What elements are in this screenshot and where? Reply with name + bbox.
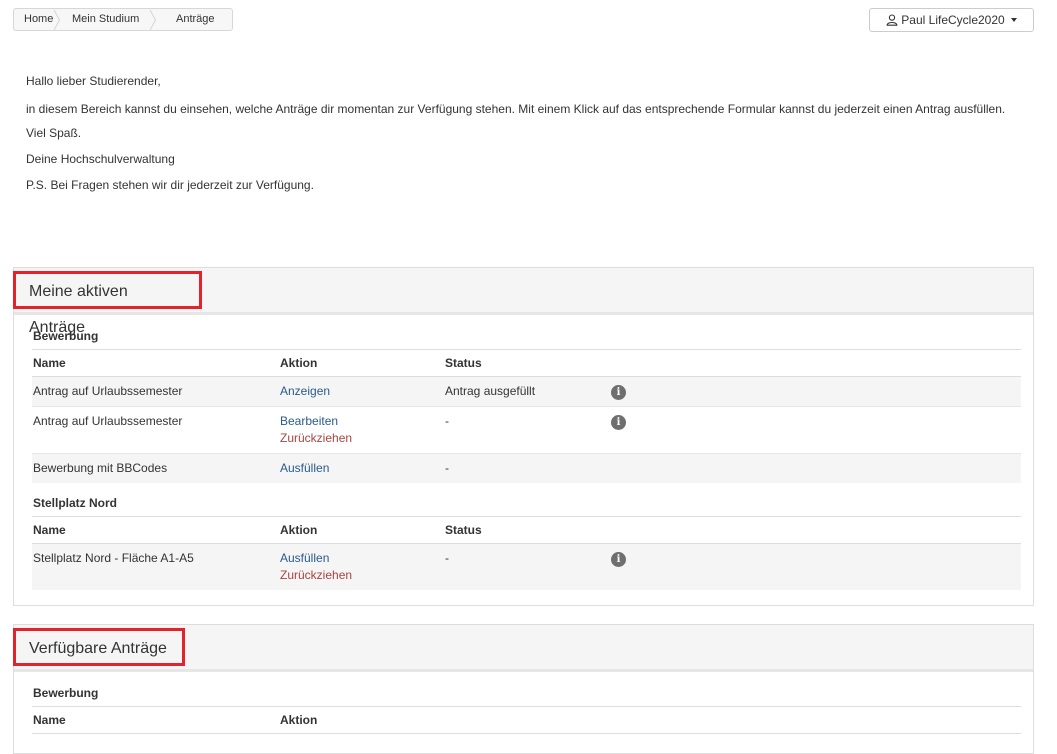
- available-requests-panel: Verfügbare Anträge Bewerbung Name Aktion: [13, 624, 1034, 754]
- active-requests-heading: Meine aktiven Anträge: [13, 268, 1033, 336]
- user-menu-button[interactable]: Paul LifeCycle2020: [869, 8, 1034, 32]
- intro-fun: Viel Spaß.: [26, 126, 82, 140]
- row-status: -: [445, 551, 449, 565]
- intro-body: in diesem Bereich kannst du einsehen, we…: [26, 102, 1006, 116]
- intro-sign: Deine Hochschulverwaltung: [26, 152, 175, 166]
- row-status: -: [445, 461, 449, 475]
- row-info: i: [611, 377, 641, 406]
- action-ausfuellen-link[interactable]: Ausfüllen: [280, 550, 445, 567]
- intro-greeting: Hallo lieber Studierender,: [26, 74, 161, 88]
- row-name: Antrag auf Urlaubssemester: [33, 384, 183, 398]
- info-icon[interactable]: i: [611, 385, 626, 400]
- group-title: Bewerbung: [32, 326, 1021, 350]
- group-title: Stellplatz Nord: [32, 493, 1021, 517]
- breadcrumb-antraege[interactable]: Anträge: [156, 9, 232, 30]
- action-ausfuellen-link[interactable]: Ausfüllen: [280, 460, 445, 477]
- user-icon: [886, 14, 898, 26]
- row-action: Ausfüllen Zurückziehen: [280, 544, 445, 590]
- available-requests-heading: Verfügbare Anträge: [13, 625, 1033, 672]
- column-name: Name: [33, 356, 66, 370]
- group-bewerbung: Bewerbung Name Aktion Status Antrag auf …: [32, 326, 1021, 483]
- column-status: Status: [445, 356, 482, 370]
- info-icon[interactable]: i: [611, 552, 626, 567]
- table-header: Name Aktion Status: [32, 350, 1021, 377]
- column-name: Name: [33, 523, 66, 537]
- action-anzeigen-link[interactable]: Anzeigen: [280, 383, 445, 400]
- column-status: Status: [445, 523, 482, 537]
- column-action: Aktion: [280, 356, 318, 370]
- table-row: Stellplatz Nord - Fläche A1-A5 Ausfüllen…: [32, 544, 1021, 590]
- table-row: Antrag auf Urlaubssemester Anzeigen Antr…: [32, 377, 1021, 407]
- table-row: Bewerbung mit BBCodes Ausfüllen -: [32, 454, 1021, 483]
- row-action: Bearbeiten Zurückziehen: [280, 407, 445, 453]
- available-requests-title: Verfügbare Anträge: [13, 628, 185, 666]
- chevron-down-icon: [1010, 18, 1017, 22]
- breadcrumb-mein-studium[interactable]: Mein Studium: [60, 9, 156, 30]
- row-action: Ausfüllen: [280, 454, 445, 483]
- intro-text: Hallo lieber Studierender, in diesem Ber…: [26, 72, 1016, 204]
- table-row: Antrag auf Urlaubssemester Bearbeiten Zu…: [32, 407, 1021, 454]
- breadcrumb: Home Mein Studium Anträge: [13, 8, 233, 31]
- intro-ps: P.S. Bei Fragen stehen wir dir jederzeit…: [26, 178, 314, 192]
- table-header: Name Aktion: [32, 707, 1021, 734]
- column-action: Aktion: [280, 713, 318, 727]
- group-title: Bewerbung: [32, 683, 1021, 707]
- breadcrumb-home[interactable]: Home: [14, 9, 60, 30]
- row-status: Antrag ausgefüllt: [445, 384, 536, 398]
- row-action: Anzeigen: [280, 377, 445, 406]
- info-icon[interactable]: i: [611, 415, 626, 430]
- action-zurueckziehen-link[interactable]: Zurückziehen: [280, 567, 445, 584]
- group-bewerbung: Bewerbung Name Aktion: [32, 683, 1021, 734]
- active-requests-title: Meine aktiven Anträge: [13, 271, 202, 336]
- row-info: i: [611, 407, 641, 453]
- active-requests-panel: Meine aktiven Anträge Bewerbung Name Akt…: [13, 267, 1034, 606]
- row-info: [611, 454, 641, 483]
- row-info: i: [611, 544, 641, 590]
- row-status: -: [445, 414, 449, 428]
- group-stellplatz-nord: Stellplatz Nord Name Aktion Status Stell…: [32, 493, 1021, 590]
- table-header: Name Aktion Status: [32, 517, 1021, 544]
- user-name: Paul LifeCycle2020: [901, 13, 1005, 27]
- row-name: Stellplatz Nord - Fläche A1-A5: [33, 551, 194, 565]
- action-zurueckziehen-link[interactable]: Zurückziehen: [280, 430, 445, 447]
- action-bearbeiten-link[interactable]: Bearbeiten: [280, 413, 445, 430]
- column-name: Name: [33, 713, 66, 727]
- row-name: Antrag auf Urlaubssemester: [33, 414, 183, 428]
- row-name: Bewerbung mit BBCodes: [33, 461, 168, 475]
- column-action: Aktion: [280, 523, 318, 537]
